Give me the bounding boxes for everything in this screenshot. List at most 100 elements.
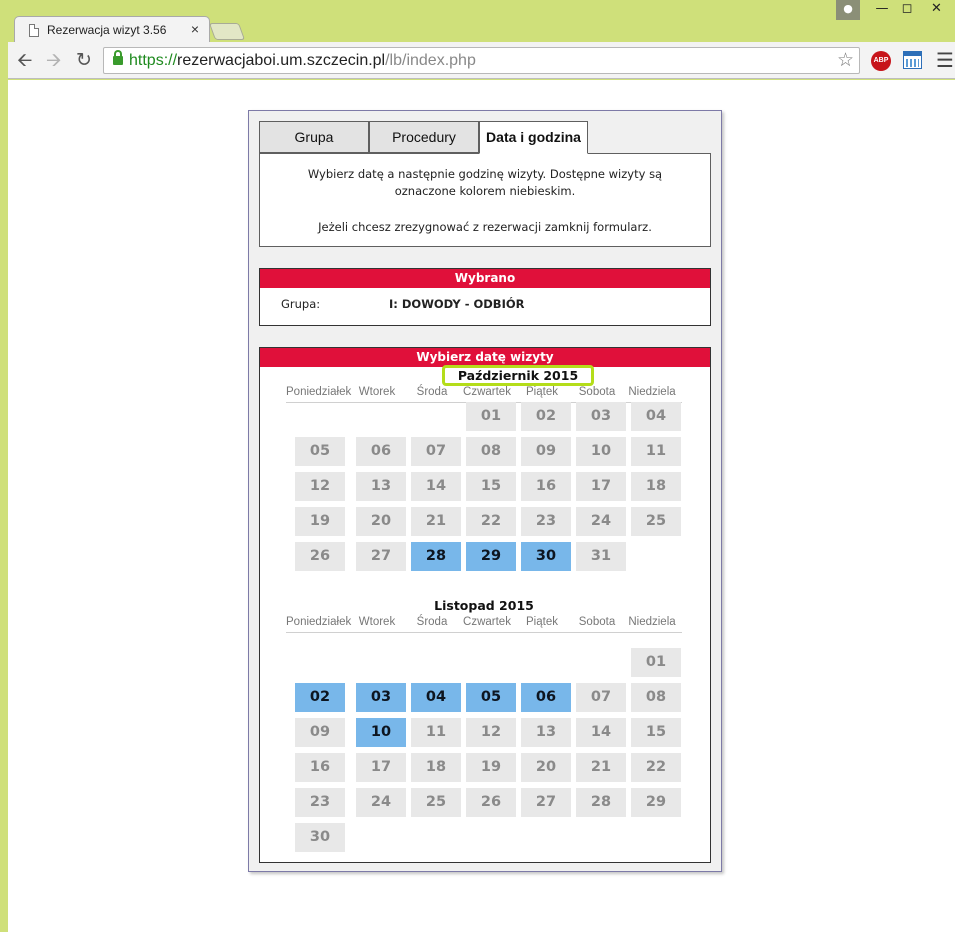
menu-icon[interactable]: ☰	[936, 48, 954, 72]
page-icon	[29, 24, 39, 37]
month-title: Październik 2015	[442, 365, 594, 386]
address-bar[interactable]: https://rezerwacjaboi.um.szczecin.pl/lb/…	[103, 47, 860, 74]
weekday-sroda: Środa	[416, 616, 448, 628]
unavailable-day: 04	[631, 402, 681, 431]
unavailable-day: 28	[576, 788, 626, 817]
browser-tab[interactable]: Rezerwacja wizyt 3.56 ×	[14, 16, 210, 43]
unavailable-day: 22	[631, 753, 681, 782]
unavailable-day: 13	[521, 718, 571, 747]
available-day[interactable]: 02	[295, 683, 345, 712]
unavailable-day: 16	[521, 472, 571, 501]
unavailable-day: 18	[411, 753, 461, 782]
unavailable-day: 29	[631, 788, 681, 817]
close-window-icon[interactable]: ✕	[918, 0, 955, 20]
available-day[interactable]: 04	[411, 683, 461, 712]
unavailable-day: 27	[356, 542, 406, 571]
unavailable-day: 17	[356, 753, 406, 782]
unavailable-day: 20	[521, 753, 571, 782]
calendar-box: Wybierz datę wizyty Październik 2015 Pon…	[259, 347, 711, 863]
weekday-wtorek: Wtorek	[358, 386, 396, 398]
tab-procedury[interactable]: Procedury	[369, 121, 479, 153]
unavailable-day: 12	[295, 472, 345, 501]
unavailable-day: 19	[295, 507, 345, 536]
weekday-sroda: Środa	[416, 386, 448, 398]
weekday-wtorek: Wtorek	[358, 616, 396, 628]
unavailable-day: 21	[411, 507, 461, 536]
available-day[interactable]: 30	[521, 542, 571, 571]
unavailable-day: 08	[631, 683, 681, 712]
available-day[interactable]: 06	[521, 683, 571, 712]
user-icon[interactable]: ●	[836, 0, 860, 20]
unavailable-day: 19	[466, 753, 516, 782]
unavailable-day: 25	[631, 507, 681, 536]
unavailable-day: 16	[295, 753, 345, 782]
lock-icon	[113, 50, 123, 65]
unavailable-day: 21	[576, 753, 626, 782]
instructions-text: Wybierz datę a następnie godzinę wizyty.…	[307, 167, 663, 198]
available-day[interactable]: 03	[356, 683, 406, 712]
adblock-icon[interactable]: ABP	[871, 51, 891, 71]
available-day[interactable]: 28	[411, 542, 461, 571]
weekday-piatek: Piątek	[526, 386, 558, 398]
unavailable-day: 22	[466, 507, 516, 536]
available-day[interactable]: 05	[466, 683, 516, 712]
unavailable-day: 11	[411, 718, 461, 747]
available-day[interactable]: 29	[466, 542, 516, 571]
instructions-box: Wybierz datę a następnie godzinę wizyty.…	[259, 153, 711, 247]
calendar-icon[interactable]	[903, 51, 922, 69]
weekday-header: Poniedziałek Wtorek Środa Czwartek Piątek Sob…	[286, 616, 682, 633]
group-value: I: DOWODY - ODBIÓR	[389, 297, 525, 311]
unavailable-day: 01	[466, 402, 516, 431]
url-host: rezerwacjaboi.um.szczecin.pl	[177, 52, 386, 69]
unavailable-day: 07	[411, 437, 461, 466]
browser-titlebar: Rezerwacja wizyt 3.56 × ● — ◻ ✕	[0, 0, 955, 43]
unavailable-day: 07	[576, 683, 626, 712]
unavailable-day: 06	[356, 437, 406, 466]
url-path: /lb/index.php	[385, 52, 476, 69]
minimize-icon[interactable]: —	[872, 0, 892, 20]
unavailable-day: 20	[356, 507, 406, 536]
selected-box: Wybrano Grupa: I: DOWODY - ODBIÓR	[259, 268, 711, 326]
month-title-text: Październik 2015	[457, 368, 579, 383]
back-icon[interactable]: 🡨	[17, 50, 32, 70]
unavailable-day: 23	[521, 507, 571, 536]
url-text[interactable]: https://rezerwacjaboi.um.szczecin.pl/lb/…	[129, 48, 476, 73]
weekday-niedziela: Niedziela	[628, 386, 676, 398]
maximize-icon[interactable]: ◻	[897, 0, 917, 20]
month-title: Listopad 2015	[434, 598, 534, 613]
close-tab-icon[interactable]: ×	[191, 21, 199, 37]
unavailable-day: 24	[576, 507, 626, 536]
unavailable-day: 02	[521, 402, 571, 431]
reservation-panel: Grupa Procedury Data i godzina Wybierz d…	[248, 110, 722, 872]
weekday-sobota: Sobota	[578, 386, 616, 398]
unavailable-day: 25	[411, 788, 461, 817]
unavailable-day: 12	[466, 718, 516, 747]
new-tab-button[interactable]	[208, 23, 246, 40]
available-day[interactable]: 10	[356, 718, 406, 747]
unavailable-day: 31	[576, 542, 626, 571]
unavailable-day: 05	[295, 437, 345, 466]
url-scheme: https://	[129, 52, 178, 69]
cancel-note: Jeżeli chcesz zrezygnować z rezerwacji z…	[318, 220, 652, 234]
tab-data-i-godzina[interactable]: Data i godzina	[479, 121, 588, 154]
unavailable-day: 10	[576, 437, 626, 466]
unavailable-day: 18	[631, 472, 681, 501]
unavailable-day: 13	[356, 472, 406, 501]
reload-icon[interactable]: ↻	[76, 50, 92, 70]
weekday-header: Poniedziałek Wtorek Środa Czwartek Piątek Sob…	[286, 386, 682, 403]
unavailable-day: 30	[295, 823, 345, 852]
browser-toolbar: 🡨 🡪 ↻ https://rezerwacjaboi.um.szczecin.…	[8, 42, 955, 79]
weekday-poniedzialek: Poniedziałek	[286, 386, 352, 398]
star-icon[interactable]: ☆	[837, 48, 854, 73]
unavailable-day: 14	[411, 472, 461, 501]
weekday-czwartek: Czwartek	[463, 616, 511, 628]
unavailable-day: 09	[521, 437, 571, 466]
unavailable-day: 03	[576, 402, 626, 431]
unavailable-day: 24	[356, 788, 406, 817]
unavailable-day: 26	[295, 542, 345, 571]
unavailable-day: 27	[521, 788, 571, 817]
tab-grupa[interactable]: Grupa	[259, 121, 369, 153]
forward-icon[interactable]: 🡪	[46, 50, 61, 70]
unavailable-day: 15	[466, 472, 516, 501]
weekday-czwartek: Czwartek	[463, 386, 511, 398]
